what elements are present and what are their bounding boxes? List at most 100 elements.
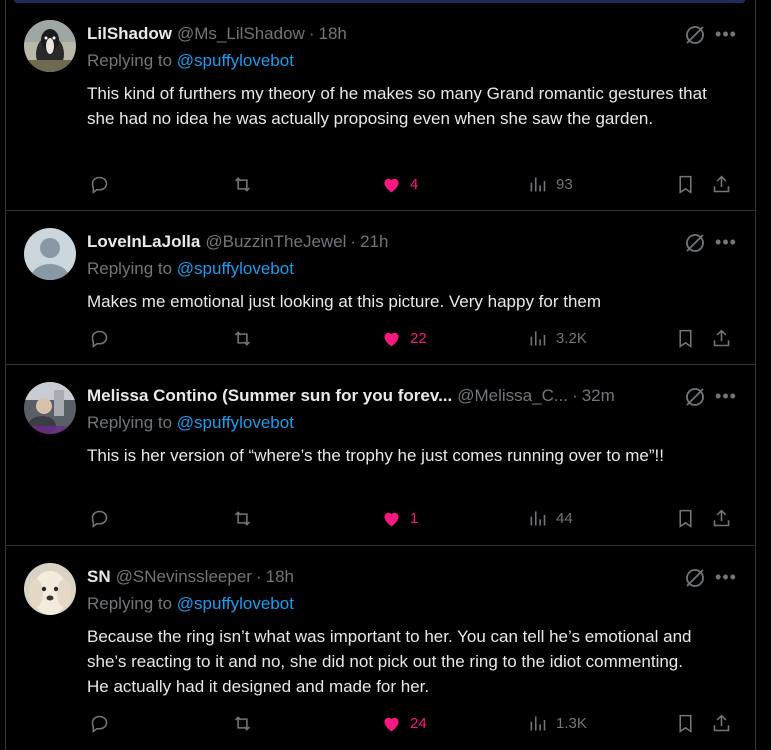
views-icon [530, 511, 546, 525]
bookmark-button[interactable] [675, 710, 696, 736]
reply-post[interactable]: LoveInLaJolla @BuzzinTheJewel · 21h ••• … [5, 211, 756, 365]
separator-dot: · [572, 386, 578, 405]
repost-button[interactable] [232, 325, 253, 351]
bookmark-button[interactable] [675, 325, 696, 351]
grok-icon[interactable] [683, 231, 707, 255]
like-button[interactable]: 4 [381, 171, 418, 197]
post-time[interactable]: 21h [360, 232, 388, 252]
repost-icon [234, 176, 251, 192]
post-header: LilShadow @Ms_LilShadow · 18h [87, 23, 347, 45]
repost-button[interactable] [232, 710, 253, 736]
repost-button[interactable] [232, 505, 253, 531]
like-button[interactable]: 24 [381, 710, 427, 736]
user-handle[interactable]: @SNevinssleeper [116, 567, 252, 587]
more-options-icon[interactable]: ••• [713, 566, 739, 590]
post-time[interactable]: 18h [319, 24, 347, 44]
like-button[interactable]: 22 [381, 325, 427, 351]
replying-label: Replying to [87, 259, 173, 278]
repost-icon [234, 715, 251, 731]
view-count: 93 [556, 175, 573, 193]
user-handle[interactable]: @Ms_LilShadow [177, 24, 305, 44]
display-name[interactable]: Melissa Contino (Summer sun for you fore… [87, 386, 452, 406]
like-button[interactable]: 1 [381, 505, 418, 531]
replying-mention[interactable]: @spuffylovebot [177, 259, 294, 278]
reply-icon [91, 510, 108, 528]
more-options-icon[interactable]: ••• [713, 385, 739, 409]
more-options-icon[interactable]: ••• [713, 23, 739, 47]
view-count: 1.3K [556, 714, 587, 732]
view-count: 44 [556, 509, 573, 527]
action-bar: 22 3.2K [87, 325, 756, 351]
post-text: Makes me emotional just looking at this … [87, 292, 602, 311]
avatar[interactable] [24, 20, 76, 72]
grok-icon[interactable] [683, 385, 707, 409]
share-icon [713, 175, 730, 192]
post-time[interactable]: 32m [582, 386, 615, 406]
like-count: 1 [410, 509, 419, 527]
reply-button[interactable] [89, 325, 110, 351]
share-icon [713, 714, 730, 731]
share-button[interactable] [711, 171, 732, 197]
replying-to: Replying to @spuffylovebot [87, 413, 294, 433]
replying-to: Replying to @spuffylovebot [87, 51, 294, 71]
share-button[interactable] [711, 325, 732, 351]
views-button[interactable]: 3.2K [527, 325, 587, 351]
grok-icon[interactable] [683, 23, 707, 47]
more-options-icon[interactable]: ••• [713, 231, 739, 255]
reply-post[interactable]: Melissa Contino (Summer sun for you fore… [5, 365, 756, 546]
share-button[interactable] [711, 505, 732, 531]
share-icon [713, 329, 730, 346]
views-button[interactable]: 93 [527, 171, 573, 197]
action-bar: 1 44 [87, 505, 756, 531]
display-name[interactable]: LoveInLaJolla [87, 232, 200, 252]
post-header: LoveInLaJolla @BuzzinTheJewel · 21h [87, 231, 388, 253]
display-name[interactable]: SN [87, 567, 111, 587]
repost-button[interactable] [232, 171, 253, 197]
replying-to: Replying to @spuffylovebot [87, 259, 294, 279]
reply-button[interactable] [89, 505, 110, 531]
reply-icon [91, 330, 108, 348]
heart-icon [384, 332, 399, 346]
bookmark-button[interactable] [675, 171, 696, 197]
view-count: 3.2K [556, 329, 587, 347]
avatar[interactable] [24, 563, 76, 615]
reply-button[interactable] [89, 710, 110, 736]
display-name[interactable]: LilShadow [87, 24, 172, 44]
like-count: 22 [410, 329, 427, 347]
heart-icon [384, 178, 399, 192]
action-bar: 24 1.3K [87, 710, 756, 736]
views-icon [530, 716, 546, 730]
heart-icon [384, 512, 399, 526]
post-header: SN @SNevinssleeper · 18h [87, 566, 294, 588]
separator-dot: · [308, 24, 315, 43]
reply-post[interactable]: LilShadow @Ms_LilShadow · 18h ••• Replyi… [5, 3, 756, 211]
views-button[interactable]: 1.3K [527, 710, 587, 736]
replying-label: Replying to [87, 413, 173, 432]
post-time[interactable]: 18h [266, 567, 294, 587]
replying-mention[interactable]: @spuffylovebot [177, 594, 294, 613]
action-bar: 4 93 [87, 171, 756, 197]
views-button[interactable]: 44 [527, 505, 573, 531]
separator-dot: · [255, 567, 262, 586]
bookmark-icon [679, 175, 692, 194]
replying-mention[interactable]: @spuffylovebot [177, 51, 294, 70]
views-icon [530, 177, 546, 191]
post-text: Because the ring isn’t what was importan… [87, 627, 692, 696]
replying-label: Replying to [87, 51, 173, 70]
separator-dot: · [350, 232, 357, 251]
bookmark-button[interactable] [675, 505, 696, 531]
avatar[interactable] [24, 382, 76, 434]
post-text: This is her version of “where’s the trop… [87, 446, 664, 465]
reply-post[interactable]: SN @SNevinssleeper · 18h ••• Replying to… [5, 546, 756, 750]
avatar[interactable] [24, 228, 76, 280]
replying-label: Replying to [87, 594, 173, 613]
post-header: Melissa Contino (Summer sun for you fore… [87, 385, 615, 407]
reply-button[interactable] [89, 171, 110, 197]
share-button[interactable] [711, 710, 732, 736]
user-handle[interactable]: @Melissa_C... [457, 386, 568, 406]
bookmark-icon [679, 509, 692, 528]
share-icon [713, 509, 730, 526]
user-handle[interactable]: @BuzzinTheJewel [205, 232, 346, 252]
grok-icon[interactable] [683, 566, 707, 590]
replying-mention[interactable]: @spuffylovebot [177, 413, 294, 432]
